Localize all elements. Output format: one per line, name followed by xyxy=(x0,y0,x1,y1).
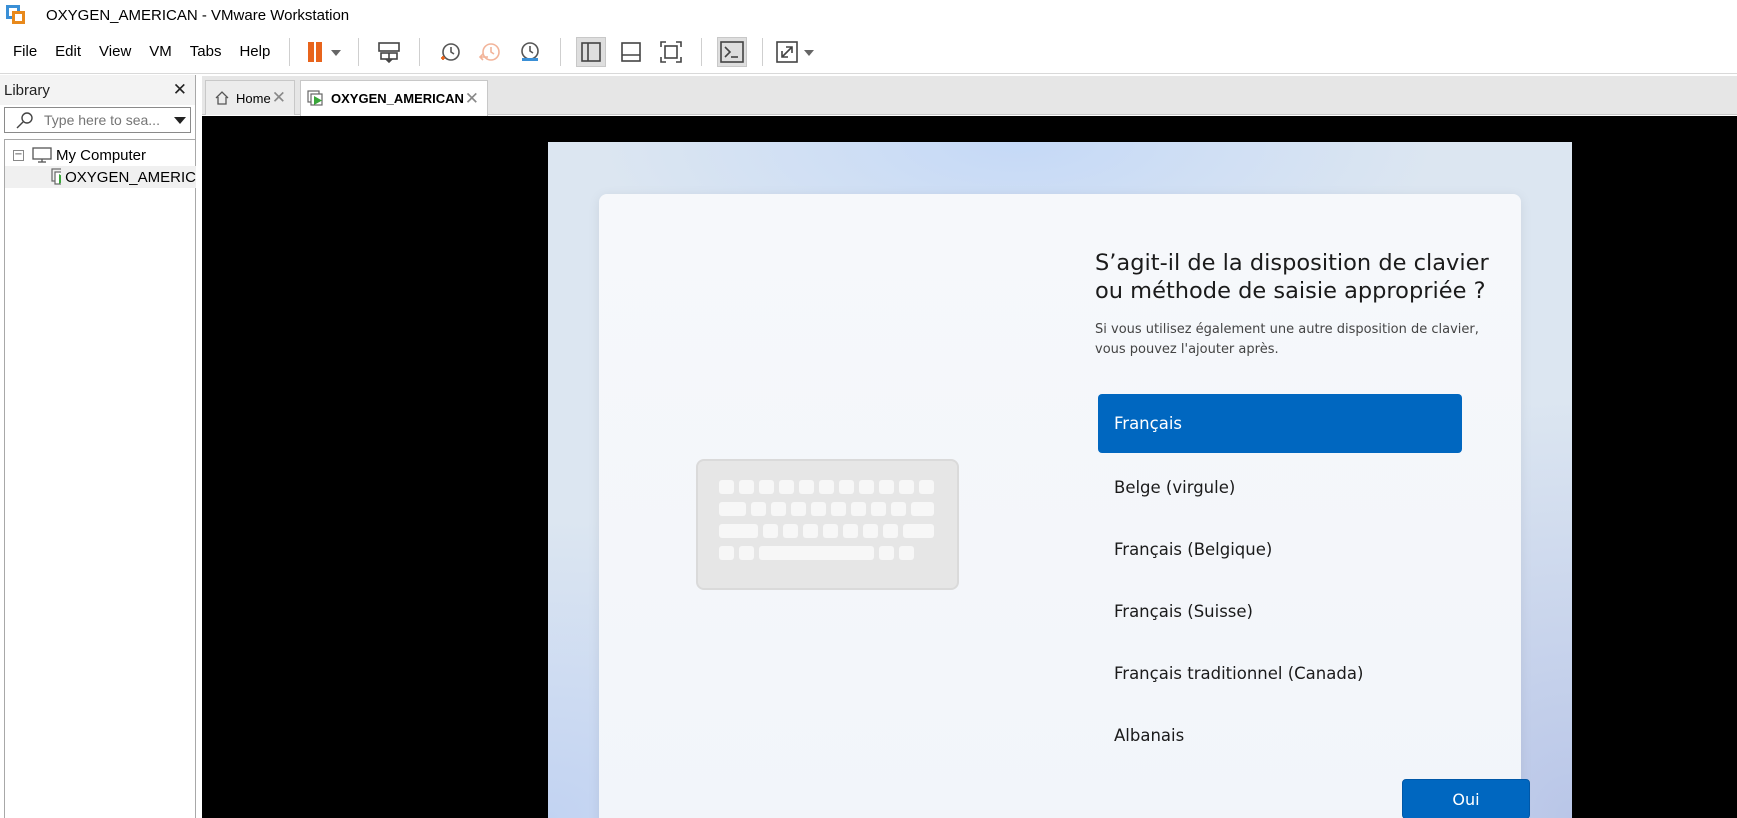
menu-tabs[interactable]: Tabs xyxy=(181,37,231,67)
snapshot-manager-button[interactable] xyxy=(515,37,545,67)
vm-running-icon xyxy=(307,89,323,106)
snapshot-take-icon xyxy=(441,42,461,61)
tree-item-vm[interactable]: OXYGEN_AMERIC xyxy=(5,166,196,188)
full-screen-icon xyxy=(660,40,683,63)
tree-item-my-computer[interactable]: − My Computer xyxy=(5,144,196,166)
console-view-icon xyxy=(720,40,745,63)
search-icon xyxy=(16,112,33,129)
menu-help[interactable]: Help xyxy=(230,37,279,67)
pause-icon xyxy=(308,41,342,62)
home-icon xyxy=(215,91,229,105)
tree-item-label: My Computer xyxy=(56,146,147,164)
list-item[interactable]: Belge (virgule) xyxy=(1098,456,1462,518)
tab-label: Home xyxy=(236,90,271,106)
title-line: ou méthode de saisie appropriée ? xyxy=(1095,278,1486,304)
toolbar-separator xyxy=(560,37,562,66)
window-title: OXYGEN_AMERICAN - VMware Workstation xyxy=(46,6,350,24)
tab-label: OXYGEN_AMERICAN xyxy=(331,91,464,106)
description-line: vous pouvez l'ajouter après. xyxy=(1095,342,1279,357)
library-title: Library xyxy=(4,81,50,99)
tab-strip: Home ✕ OXYGEN_AMERICAN ✕ xyxy=(202,76,1737,116)
snapshot-manager-icon xyxy=(521,41,540,61)
page-description: Si vous utilisez également une autre dis… xyxy=(1095,320,1495,360)
tab-vm[interactable]: OXYGEN_AMERICAN ✕ xyxy=(300,80,488,116)
revert-snapshot-button[interactable] xyxy=(475,37,505,67)
menu-view[interactable]: View xyxy=(90,37,140,67)
library-search-field[interactable] xyxy=(4,107,191,133)
list-item[interactable]: Français (Suisse) xyxy=(1098,580,1462,642)
toolbar-separator xyxy=(289,37,291,66)
setup-card: S’agit-il de la disposition de clavier o… xyxy=(599,194,1530,818)
list-item[interactable]: Français (Belgique) xyxy=(1098,518,1462,580)
collapse-icon[interactable]: − xyxy=(13,149,24,161)
menu-file[interactable]: File xyxy=(4,37,46,67)
toolbar-separator xyxy=(419,37,421,66)
search-dropdown-icon[interactable] xyxy=(174,116,186,124)
description-line: Si vous utilisez également une autre dis… xyxy=(1095,322,1479,337)
library-close-icon[interactable]: ✕ xyxy=(173,80,187,100)
tree-item-label: OXYGEN_AMERIC xyxy=(65,168,196,186)
show-thumbnail-bar-icon xyxy=(621,41,642,62)
keyboard-layout-list: Français Belge (virgule) Français (Belgi… xyxy=(1098,394,1462,766)
menu-edit[interactable]: Edit xyxy=(46,37,90,67)
show-library-button[interactable] xyxy=(576,36,607,67)
send-ctrl-alt-del-button[interactable] xyxy=(374,37,404,67)
keyboard-illustration xyxy=(696,459,959,590)
tab-home[interactable]: Home ✕ xyxy=(205,80,295,115)
title-line: S’agit-il de la disposition de clavier xyxy=(1095,250,1489,276)
stretch-guest-button[interactable] xyxy=(775,37,819,67)
pause-button[interactable] xyxy=(302,37,346,67)
close-tab-icon[interactable]: ✕ xyxy=(272,88,286,108)
menu-toolbar: File Edit View VM Tabs Help xyxy=(0,30,1737,74)
show-thumbnail-bar-button[interactable] xyxy=(616,37,646,67)
library-header: Library ✕ xyxy=(0,75,195,105)
toolbar-separator xyxy=(762,37,764,66)
computer-icon xyxy=(32,147,52,163)
take-snapshot-button[interactable] xyxy=(435,37,465,67)
list-item[interactable]: Albanais xyxy=(1098,704,1462,766)
console-view-button[interactable] xyxy=(717,36,748,67)
list-item[interactable]: Français xyxy=(1098,394,1462,453)
title-bar: OXYGEN_AMERICAN - VMware Workstation xyxy=(0,0,1737,30)
vm-running-icon xyxy=(51,168,62,185)
menu-vm[interactable]: VM xyxy=(140,37,181,67)
close-tab-icon[interactable]: ✕ xyxy=(465,89,479,109)
page-title: S’agit-il de la disposition de clavier o… xyxy=(1095,249,1495,305)
snapshot-revert-icon xyxy=(479,42,501,61)
library-panel: Library ✕ − My Computer OXYGEN_AMER xyxy=(0,75,196,818)
vm-console[interactable]: S’agit-il de la disposition de clavier o… xyxy=(202,116,1737,818)
confirm-button[interactable]: Oui xyxy=(1402,779,1530,818)
list-item[interactable]: Français traditionnel (Canada) xyxy=(1098,642,1462,704)
toolbar-separator xyxy=(701,37,703,66)
send-ctrl-alt-del-icon xyxy=(378,41,401,63)
vmware-logo-icon xyxy=(6,5,26,25)
show-library-icon xyxy=(581,41,602,62)
full-screen-button[interactable] xyxy=(656,37,686,67)
toolbar-separator xyxy=(358,37,360,66)
guest-screen[interactable]: S’agit-il de la disposition de clavier o… xyxy=(548,142,1572,818)
library-search-input[interactable] xyxy=(44,112,174,128)
library-tree: − My Computer OXYGEN_AMERIC xyxy=(4,139,196,818)
stretch-guest-icon xyxy=(776,40,815,63)
